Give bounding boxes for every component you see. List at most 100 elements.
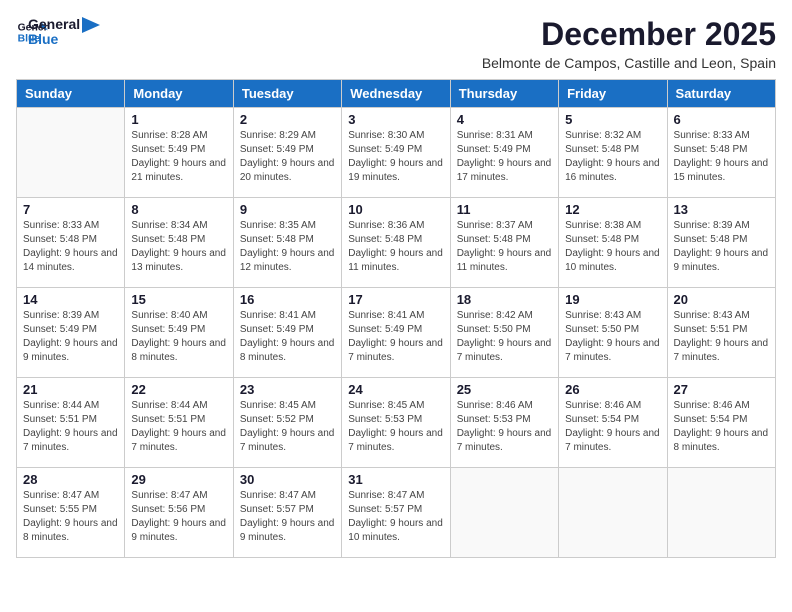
- calendar-cell: 6Sunrise: 8:33 AMSunset: 5:48 PMDaylight…: [667, 108, 775, 198]
- calendar-cell: 26 Sunrise: 8:46 AMSunset: 5:54 PMDayligh…: [559, 378, 667, 468]
- day-info: Sunrise: 8:36 AMSunset: 5:48 PMDaylight:…: [348, 219, 443, 275]
- calendar-header-thursday: Thursday: [450, 80, 558, 108]
- calendar-table: SundayMondayTuesdayWednesdayThursdayFrid…: [16, 79, 776, 558]
- day-info: Sunrise: 8:33 AMSunset: 5:48 PMDaylight:…: [674, 129, 769, 185]
- day-number: 18: [457, 292, 552, 307]
- calendar-header-tuesday: Tuesday: [233, 80, 341, 108]
- calendar-cell: 3Sunrise: 8:30 AMSunset: 5:49 PMDaylight…: [342, 108, 450, 198]
- day-info: Sunrise: 8:37 AMSunset: 5:48 PMDaylight:…: [457, 219, 552, 275]
- day-info: Sunrise: 8:40 AMSunset: 5:49 PMDaylight:…: [131, 309, 226, 365]
- day-number: 4: [457, 112, 552, 127]
- calendar-header-saturday: Saturday: [667, 80, 775, 108]
- calendar-cell: 17 Sunrise: 8:41 AMSunset: 5:49 PMDayligh…: [342, 288, 450, 378]
- day-number: 11: [457, 202, 552, 217]
- calendar-cell: 31 Sunrise: 8:47 AMSunset: 5:57 PMDayligh…: [342, 468, 450, 558]
- day-info: Sunrise: 8:47 AMSunset: 5:56 PMDaylight:…: [131, 489, 226, 545]
- day-number: 23: [240, 382, 335, 397]
- day-info: Sunrise: 8:39 AMSunset: 5:48 PMDaylight:…: [674, 219, 769, 275]
- day-info: Sunrise: 8:47 AMSunset: 5:57 PMDaylight:…: [240, 489, 335, 545]
- day-info: Sunrise: 8:28 AMSunset: 5:49 PMDaylight:…: [131, 129, 226, 185]
- day-info: Sunrise: 8:34 AMSunset: 5:48 PMDaylight:…: [131, 219, 226, 275]
- day-number: 25: [457, 382, 552, 397]
- day-number: 2: [240, 112, 335, 127]
- calendar-cell: 16 Sunrise: 8:41 AMSunset: 5:49 PMDayligh…: [233, 288, 341, 378]
- calendar-cell: 24 Sunrise: 8:45 AMSunset: 5:53 PMDayligh…: [342, 378, 450, 468]
- page-title: December 2025: [482, 16, 776, 53]
- day-info: Sunrise: 8:33 AMSunset: 5:48 PMDaylight:…: [23, 219, 118, 275]
- day-number: 21: [23, 382, 118, 397]
- day-number: 7: [23, 202, 118, 217]
- calendar-cell: 30 Sunrise: 8:47 AMSunset: 5:57 PMDayligh…: [233, 468, 341, 558]
- calendar-week-4: 21 Sunrise: 8:44 AMSunset: 5:51 PMDayligh…: [17, 378, 776, 468]
- day-info: Sunrise: 8:39 AMSunset: 5:49 PMDaylight:…: [23, 309, 118, 365]
- calendar-cell: 22 Sunrise: 8:44 AMSunset: 5:51 PMDayligh…: [125, 378, 233, 468]
- day-info: Sunrise: 8:46 AMSunset: 5:53 PMDaylight:…: [457, 399, 552, 455]
- calendar-cell: 5Sunrise: 8:32 AMSunset: 5:48 PMDaylight…: [559, 108, 667, 198]
- day-number: 9: [240, 202, 335, 217]
- calendar-cell: 13 Sunrise: 8:39 AMSunset: 5:48 PMDayligh…: [667, 198, 775, 288]
- calendar-week-5: 28 Sunrise: 8:47 AMSunset: 5:55 PMDayligh…: [17, 468, 776, 558]
- logo-blue: Blue: [28, 32, 80, 47]
- calendar-cell: 12 Sunrise: 8:38 AMSunset: 5:48 PMDayligh…: [559, 198, 667, 288]
- day-number: 17: [348, 292, 443, 307]
- day-info: Sunrise: 8:46 AMSunset: 5:54 PMDaylight:…: [565, 399, 660, 455]
- day-number: 13: [674, 202, 769, 217]
- day-number: 3: [348, 112, 443, 127]
- day-number: 8: [131, 202, 226, 217]
- day-number: 14: [23, 292, 118, 307]
- day-number: 16: [240, 292, 335, 307]
- day-info: Sunrise: 8:43 AMSunset: 5:50 PMDaylight:…: [565, 309, 660, 365]
- day-info: Sunrise: 8:47 AMSunset: 5:57 PMDaylight:…: [348, 489, 443, 545]
- logo: General Blue General Blue: [16, 16, 100, 48]
- calendar-cell: 28 Sunrise: 8:47 AMSunset: 5:55 PMDayligh…: [17, 468, 125, 558]
- day-number: 30: [240, 472, 335, 487]
- calendar-header-monday: Monday: [125, 80, 233, 108]
- day-info: Sunrise: 8:44 AMSunset: 5:51 PMDaylight:…: [23, 399, 118, 455]
- calendar-cell: [559, 468, 667, 558]
- calendar-cell: [667, 468, 775, 558]
- calendar-header-row: SundayMondayTuesdayWednesdayThursdayFrid…: [17, 80, 776, 108]
- calendar-header-wednesday: Wednesday: [342, 80, 450, 108]
- calendar-cell: 29 Sunrise: 8:47 AMSunset: 5:56 PMDayligh…: [125, 468, 233, 558]
- calendar-header-friday: Friday: [559, 80, 667, 108]
- day-info: Sunrise: 8:41 AMSunset: 5:49 PMDaylight:…: [348, 309, 443, 365]
- day-number: 19: [565, 292, 660, 307]
- calendar-week-2: 7 Sunrise: 8:33 AMSunset: 5:48 PMDaylight…: [17, 198, 776, 288]
- day-number: 26: [565, 382, 660, 397]
- day-number: 22: [131, 382, 226, 397]
- day-number: 28: [23, 472, 118, 487]
- page-subtitle: Belmonte de Campos, Castille and Leon, S…: [482, 55, 776, 71]
- calendar-cell: 7 Sunrise: 8:33 AMSunset: 5:48 PMDaylight…: [17, 198, 125, 288]
- day-info: Sunrise: 8:38 AMSunset: 5:48 PMDaylight:…: [565, 219, 660, 275]
- day-info: Sunrise: 8:45 AMSunset: 5:53 PMDaylight:…: [348, 399, 443, 455]
- calendar-week-1: 1Sunrise: 8:28 AMSunset: 5:49 PMDaylight…: [17, 108, 776, 198]
- day-info: Sunrise: 8:41 AMSunset: 5:49 PMDaylight:…: [240, 309, 335, 365]
- calendar-header-sunday: Sunday: [17, 80, 125, 108]
- calendar-cell: 8 Sunrise: 8:34 AMSunset: 5:48 PMDaylight…: [125, 198, 233, 288]
- day-number: 15: [131, 292, 226, 307]
- calendar-cell: 21 Sunrise: 8:44 AMSunset: 5:51 PMDayligh…: [17, 378, 125, 468]
- day-info: Sunrise: 8:47 AMSunset: 5:55 PMDaylight:…: [23, 489, 118, 545]
- calendar-cell: 18 Sunrise: 8:42 AMSunset: 5:50 PMDayligh…: [450, 288, 558, 378]
- day-number: 12: [565, 202, 660, 217]
- calendar-cell: 14 Sunrise: 8:39 AMSunset: 5:49 PMDayligh…: [17, 288, 125, 378]
- day-number: 24: [348, 382, 443, 397]
- title-area: December 2025 Belmonte de Campos, Castil…: [482, 16, 776, 71]
- calendar-cell: 10 Sunrise: 8:36 AMSunset: 5:48 PMDayligh…: [342, 198, 450, 288]
- day-number: 27: [674, 382, 769, 397]
- day-number: 31: [348, 472, 443, 487]
- day-info: Sunrise: 8:32 AMSunset: 5:48 PMDaylight:…: [565, 129, 660, 185]
- day-info: Sunrise: 8:35 AMSunset: 5:48 PMDaylight:…: [240, 219, 335, 275]
- calendar-cell: 15 Sunrise: 8:40 AMSunset: 5:49 PMDayligh…: [125, 288, 233, 378]
- calendar-cell: 25 Sunrise: 8:46 AMSunset: 5:53 PMDayligh…: [450, 378, 558, 468]
- day-info: Sunrise: 8:43 AMSunset: 5:51 PMDaylight:…: [674, 309, 769, 365]
- calendar-cell: 2Sunrise: 8:29 AMSunset: 5:49 PMDaylight…: [233, 108, 341, 198]
- day-number: 29: [131, 472, 226, 487]
- day-number: 10: [348, 202, 443, 217]
- calendar-cell: 9 Sunrise: 8:35 AMSunset: 5:48 PMDaylight…: [233, 198, 341, 288]
- logo-flag-icon: [82, 17, 100, 39]
- day-info: Sunrise: 8:31 AMSunset: 5:49 PMDaylight:…: [457, 129, 552, 185]
- day-info: Sunrise: 8:44 AMSunset: 5:51 PMDaylight:…: [131, 399, 226, 455]
- day-info: Sunrise: 8:42 AMSunset: 5:50 PMDaylight:…: [457, 309, 552, 365]
- day-info: Sunrise: 8:46 AMSunset: 5:54 PMDaylight:…: [674, 399, 769, 455]
